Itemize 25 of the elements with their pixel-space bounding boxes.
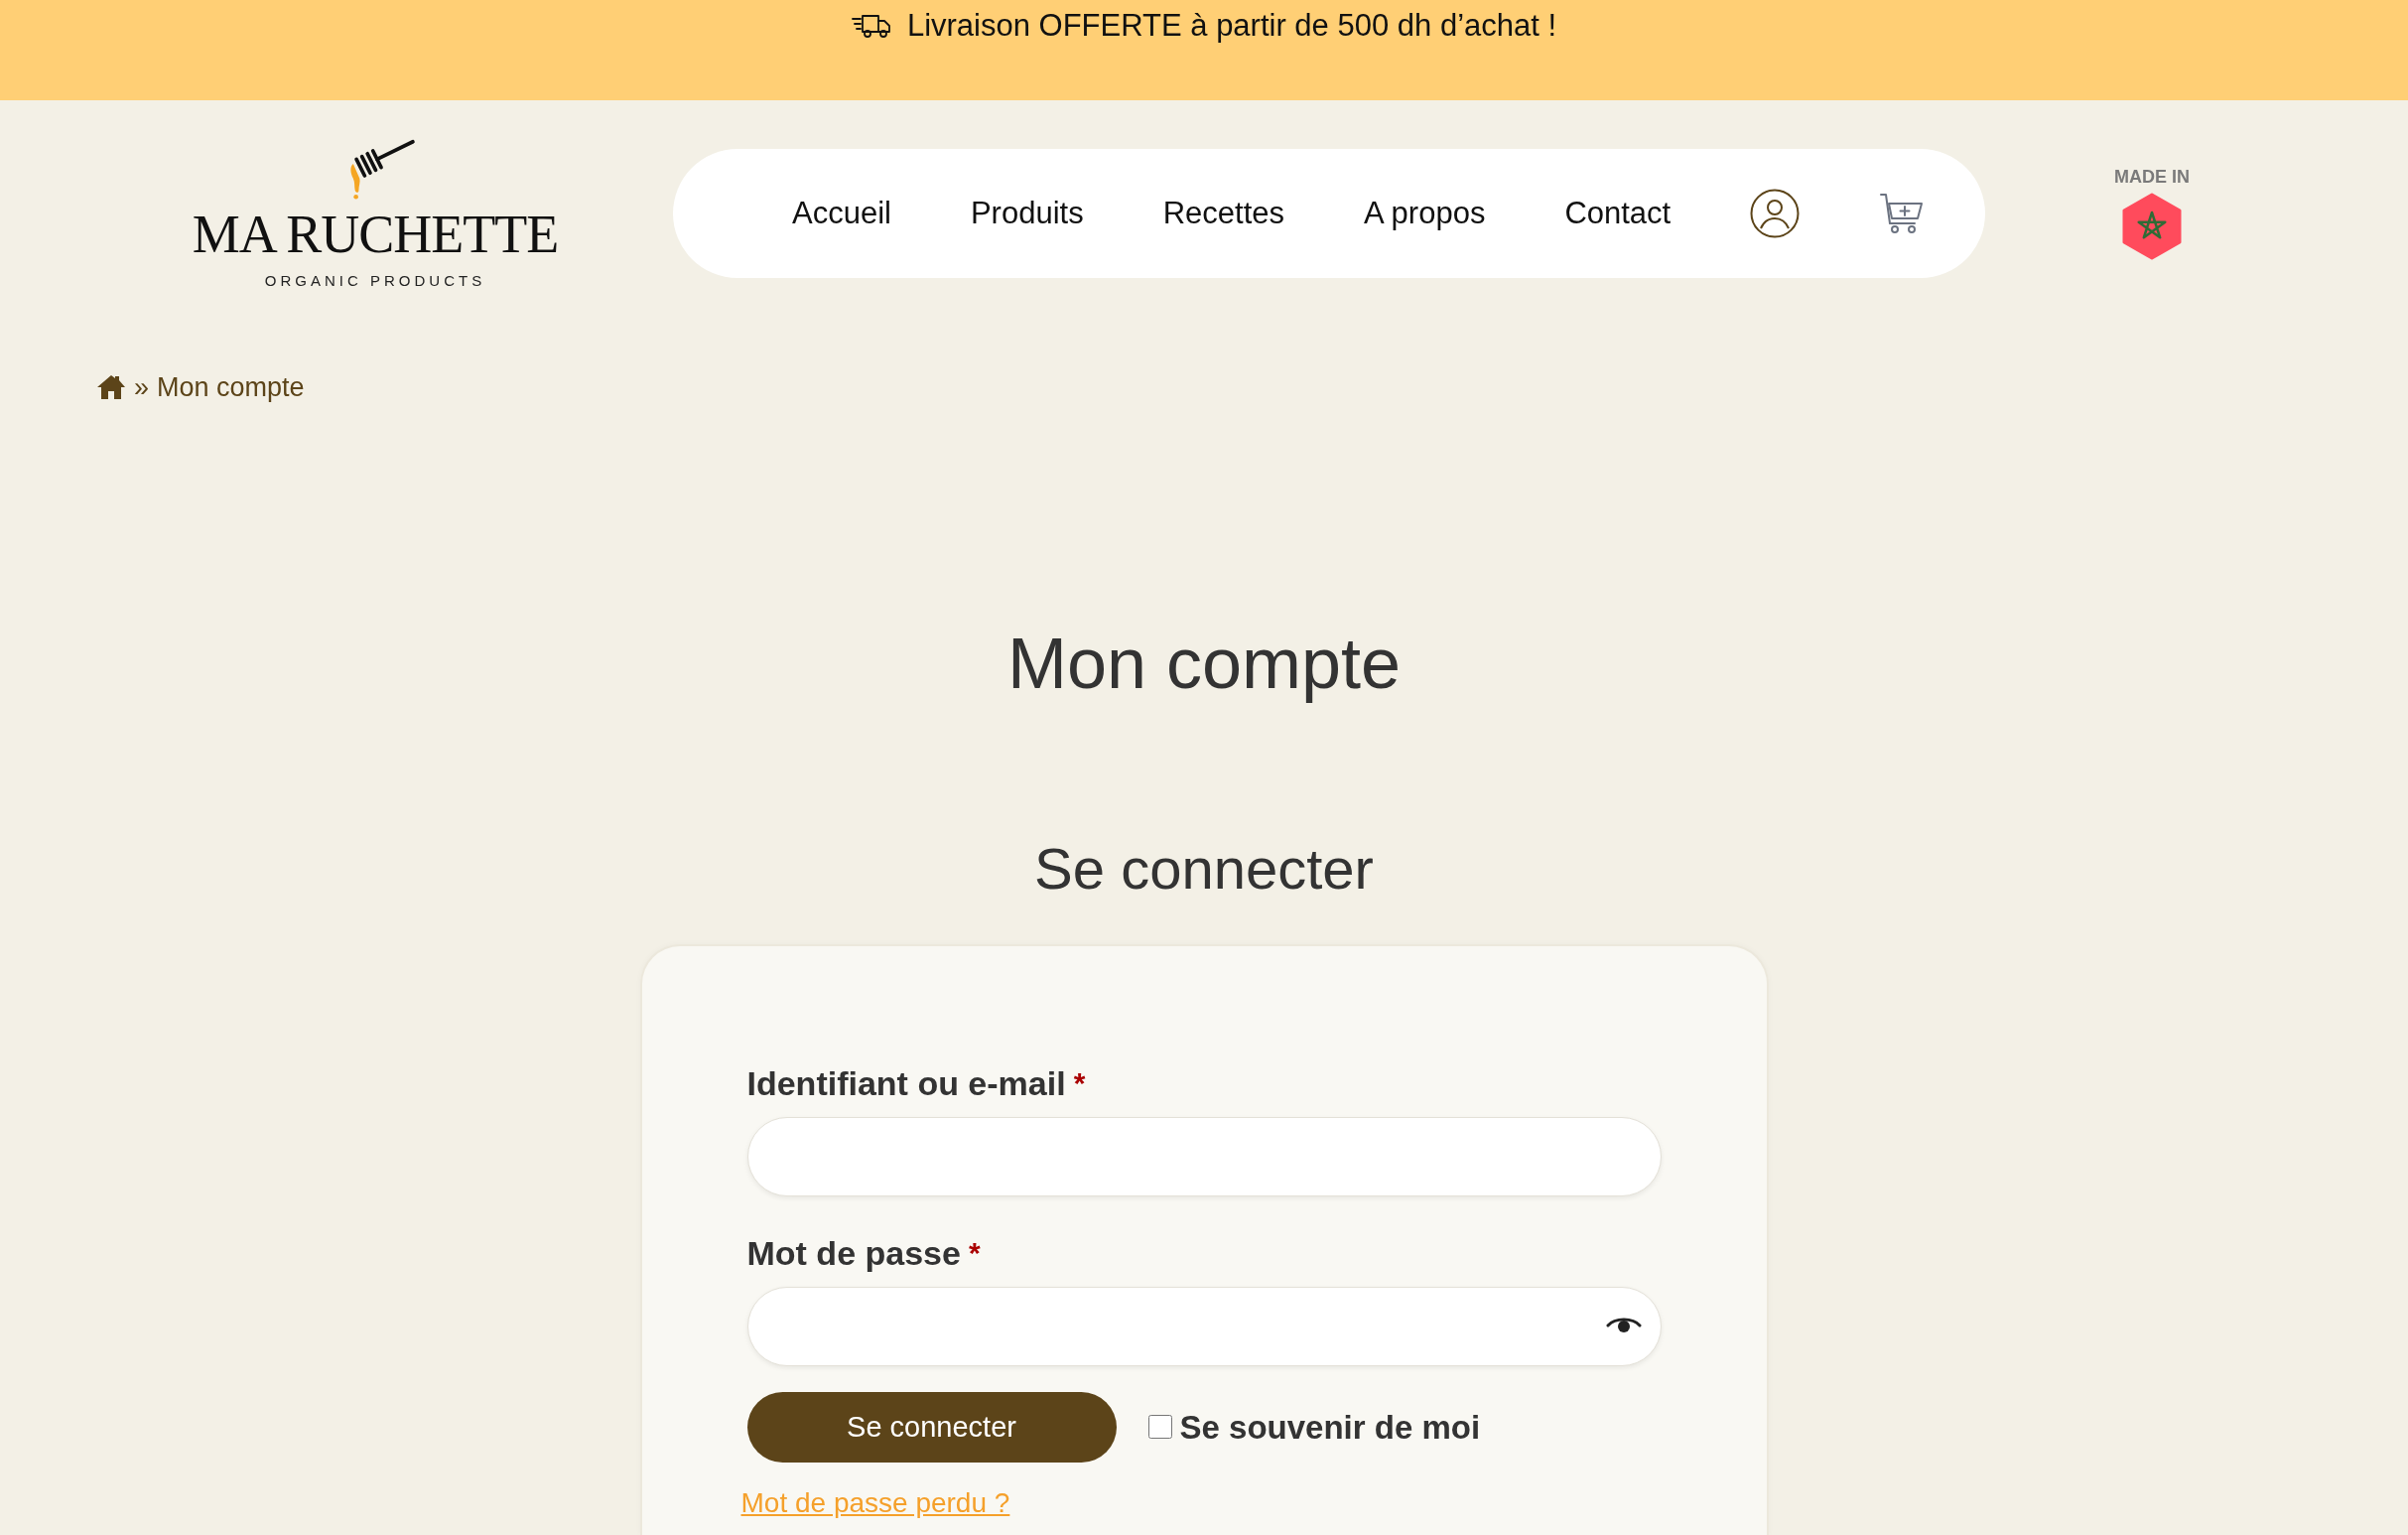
truck-icon xyxy=(851,13,891,38)
eye-icon[interactable] xyxy=(1605,1317,1642,1334)
required-mark: * xyxy=(1073,1065,1086,1101)
page-title: Mon compte xyxy=(1006,623,1402,705)
nav-link[interactable]: Produits xyxy=(970,195,1084,232)
breadcrumb-separator: » xyxy=(134,371,150,404)
user-icon[interactable] xyxy=(1750,189,1801,238)
nav-link[interactable]: Accueil xyxy=(792,195,891,232)
login-title: Se connecter xyxy=(1034,835,1374,904)
made-in-label: MADE IN xyxy=(2114,167,2190,186)
field-label: Identifiant ou e-mail xyxy=(746,1063,1066,1103)
hexagon-star-icon xyxy=(2122,192,2182,260)
login-button[interactable]: Se connecter xyxy=(746,1392,1117,1463)
remember-checkbox[interactable] xyxy=(1147,1415,1172,1440)
brand-tagline: ORGANIC PRODUCTS xyxy=(264,273,486,288)
home-icon[interactable] xyxy=(96,374,126,400)
nav-link[interactable]: Contact xyxy=(1564,195,1672,232)
nav-link[interactable]: A propos xyxy=(1364,195,1486,232)
brand-name[interactable]: MA RUCHETTE xyxy=(192,208,559,261)
remember-label[interactable]: Se souvenir de moi xyxy=(1179,1402,1481,1453)
free-delivery-announcement: Livraison OFFERTE à partir de 500 dh d’achat ! xyxy=(906,7,1557,44)
field-label: Mot de passe xyxy=(746,1233,961,1273)
breadcrumb-current: Mon compte xyxy=(157,371,305,404)
required-mark: * xyxy=(968,1235,981,1271)
nav-link[interactable]: Recettes xyxy=(1162,195,1284,232)
